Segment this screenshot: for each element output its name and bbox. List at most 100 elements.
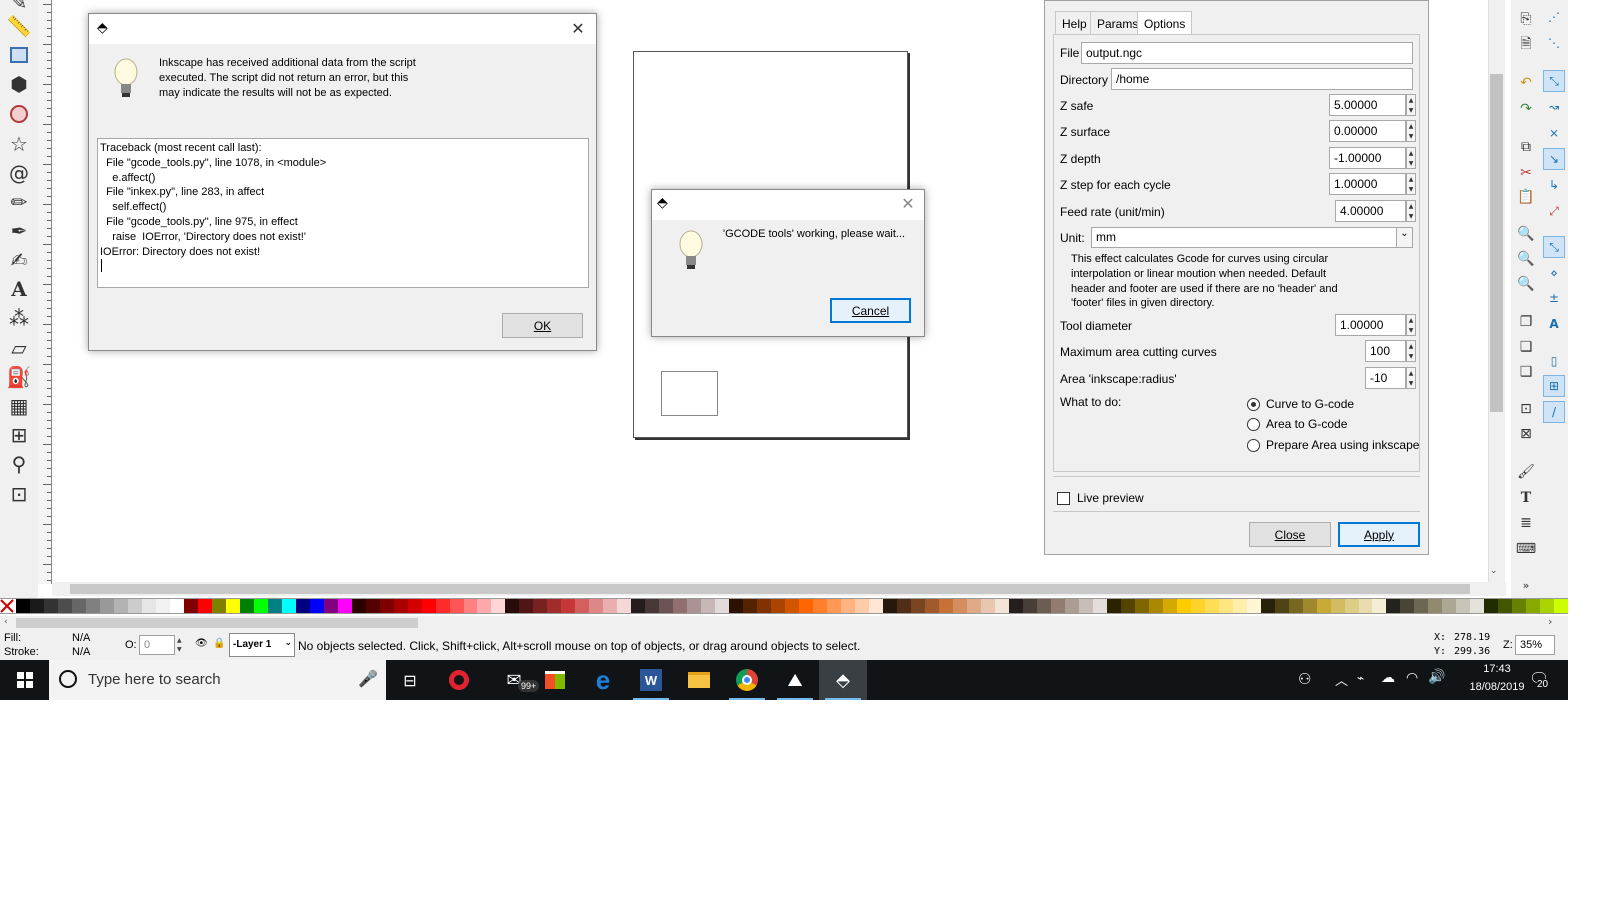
snap-rotation-icon[interactable]: ±: [1543, 287, 1565, 309]
snap-grid-icon[interactable]: ⊞: [1543, 375, 1565, 397]
palette-swatch[interactable]: [813, 599, 828, 613]
opera-icon[interactable]: [435, 660, 483, 700]
palette-scroll-thumb[interactable]: [16, 618, 418, 628]
palette-swatch[interactable]: [463, 599, 478, 613]
duplicate-icon[interactable]: ❐: [1515, 311, 1537, 333]
spin-stepper-icon[interactable]: ▲ ▼: [1406, 94, 1416, 116]
palette-swatch[interactable]: [645, 599, 660, 613]
spin-input[interactable]: -10: [1365, 367, 1406, 389]
clock-time[interactable]: 17:43: [1467, 663, 1527, 675]
ellipse-tool-icon[interactable]: [5, 100, 33, 128]
spin-stepper-icon[interactable]: ▲ ▼: [1406, 120, 1416, 142]
taskbar-search-box[interactable]: Type here to search 🎤: [49, 660, 386, 700]
layer-lock-icon[interactable]: 🔒: [213, 638, 225, 649]
palette-swatch[interactable]: [938, 599, 953, 613]
palette-swatch[interactable]: [1260, 599, 1275, 613]
palette-scroll-right-icon[interactable]: ›: [1548, 615, 1552, 628]
palette-swatch[interactable]: [924, 599, 939, 613]
palette-swatch[interactable]: [1400, 599, 1415, 613]
palette-swatch[interactable]: [183, 599, 198, 613]
palette-swatch[interactable]: [771, 599, 786, 613]
close-icon[interactable]: ✕: [898, 193, 918, 213]
palette-swatch[interactable]: [980, 599, 995, 613]
snap-others-icon[interactable]: ⤡: [1543, 236, 1565, 258]
palette-swatch[interactable]: [897, 599, 911, 613]
fill-stroke-icon[interactable]: 🖌: [1515, 461, 1537, 483]
palette-swatch[interactable]: [1442, 599, 1457, 613]
palette-swatch[interactable]: [1008, 599, 1023, 613]
spin-input[interactable]: 5.00000: [1329, 94, 1406, 116]
inkscape-taskbar-icon[interactable]: ⬘: [819, 660, 867, 700]
palette-swatch[interactable]: [71, 599, 86, 613]
palette-swatch[interactable]: [589, 599, 604, 613]
palette-swatch[interactable]: [113, 599, 128, 613]
spin-stepper-icon[interactable]: ▲ ▼: [1406, 314, 1416, 336]
snap-guide-icon[interactable]: /: [1543, 401, 1565, 423]
palette-swatch[interactable]: [1288, 599, 1303, 613]
palette-swatch[interactable]: [43, 599, 58, 613]
palette-swatch[interactable]: [309, 599, 324, 613]
unlink-clone-icon[interactable]: ❑: [1515, 361, 1537, 383]
palette-swatch[interactable]: [659, 599, 674, 613]
palette-swatch[interactable]: [1106, 599, 1121, 613]
palette-swatch[interactable]: [1512, 599, 1527, 613]
palette-swatch[interactable]: [1246, 599, 1261, 613]
palette-swatch[interactable]: [1358, 599, 1373, 613]
palette-swatch[interactable]: [603, 599, 618, 613]
palette-swatch[interactable]: [1204, 599, 1219, 613]
more-commands-icon[interactable]: »: [1515, 574, 1537, 596]
palette-swatch[interactable]: [169, 599, 184, 613]
palette-swatch[interactable]: [687, 599, 702, 613]
cancel-button[interactable]: Cancel: [830, 298, 911, 323]
palette-swatch[interactable]: [631, 599, 646, 613]
snap-smooth-icon[interactable]: ↳: [1543, 174, 1565, 196]
close-button[interactable]: Close: [1249, 522, 1331, 547]
palette-swatch[interactable]: [127, 599, 142, 613]
snap-cusp-icon[interactable]: ↘: [1543, 148, 1565, 170]
color-palette[interactable]: [0, 598, 1569, 614]
onedrive-icon[interactable]: ☁: [1381, 670, 1395, 686]
close-icon[interactable]: ✕: [568, 18, 588, 38]
palette-swatch[interactable]: [393, 599, 408, 613]
snap-paths-icon[interactable]: ↝: [1543, 96, 1565, 118]
palette-swatch[interactable]: [1414, 599, 1429, 613]
scroll-down-arrow-icon[interactable]: ⌄: [1490, 566, 1498, 576]
canvas-horizontal-scroll-thumb[interactable]: [70, 584, 1470, 594]
palette-swatch[interactable]: [533, 599, 548, 613]
palette-swatch[interactable]: [407, 599, 422, 613]
battery-icon[interactable]: ⌁: [1357, 671, 1364, 685]
palette-swatch[interactable]: [225, 599, 240, 613]
palette-swatch[interactable]: [267, 599, 282, 613]
palette-swatch[interactable]: [1526, 599, 1541, 613]
live-preview-checkbox[interactable]: [1057, 492, 1070, 505]
palette-swatch[interactable]: [827, 599, 842, 613]
measure-tool-icon[interactable]: 📏: [5, 12, 33, 40]
palette-swatch[interactable]: [757, 599, 772, 613]
chrome-icon[interactable]: [723, 660, 771, 700]
palette-swatch[interactable]: [1470, 599, 1485, 613]
palette-swatch[interactable]: [743, 599, 758, 613]
connector-tool-icon[interactable]: ⊡: [5, 480, 33, 508]
xml-editor-icon[interactable]: ⌨: [1515, 538, 1537, 560]
palette-swatch[interactable]: [855, 599, 870, 613]
palette-swatch[interactable]: [1498, 599, 1513, 613]
word-icon[interactable]: W: [627, 660, 675, 700]
palette-swatch[interactable]: [519, 599, 534, 613]
mesh-tool-icon[interactable]: ⊞: [5, 421, 33, 449]
tab-help[interactable]: Help: [1055, 11, 1094, 35]
palette-swatch[interactable]: [155, 599, 170, 613]
opacity-input[interactable]: 0: [139, 635, 175, 655]
palette-swatch[interactable]: [1190, 599, 1205, 613]
task-view-icon[interactable]: ⊟: [386, 660, 434, 700]
people-icon[interactable]: ⚇: [1298, 670, 1311, 688]
palette-swatch[interactable]: [1064, 599, 1079, 613]
palette-swatch[interactable]: [799, 599, 814, 613]
ungroup-icon[interactable]: ⊠: [1515, 423, 1537, 445]
palette-swatch[interactable]: [141, 599, 156, 613]
palette-swatch[interactable]: [197, 599, 212, 613]
group-icon[interactable]: ⊡: [1515, 398, 1537, 420]
snap-nodes-icon[interactable]: ⤡: [1543, 70, 1565, 92]
layer-visibility-icon[interactable]: 👁: [195, 638, 208, 649]
palette-swatch[interactable]: [561, 599, 576, 613]
palette-swatch[interactable]: [281, 599, 296, 613]
